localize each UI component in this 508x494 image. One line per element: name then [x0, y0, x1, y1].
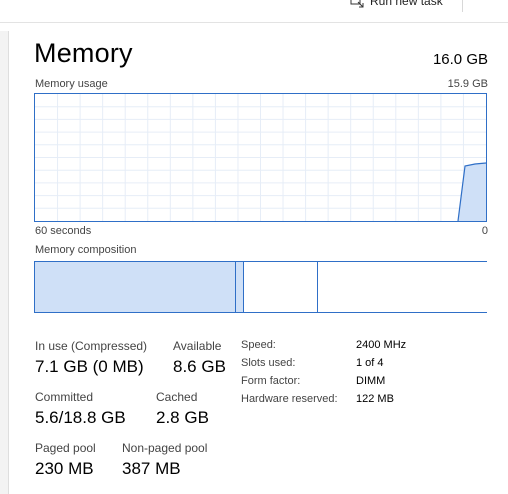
speed-label: Speed: [241, 339, 276, 351]
memory-usage-max: 15.9 GB [447, 78, 488, 90]
available-value: 8.6 GB [173, 357, 226, 376]
committed-value: 5.6/18.8 GB [35, 408, 126, 427]
run-task-icon [350, 0, 364, 8]
paged-pool-value: 230 MB [35, 459, 94, 478]
sidebar-edge [0, 31, 9, 494]
graph-time-label: 60 seconds [35, 225, 92, 237]
hardware-reserved-label: Hardware reserved: [241, 393, 338, 405]
graph-min-label: 0 [481, 225, 488, 237]
memory-performance-panel: Run new task Memory 16.0 GB Memory usage… [0, 0, 508, 494]
total-memory: 16.0 GB [432, 51, 488, 68]
toolbar-divider [462, 0, 463, 12]
composition-modified [236, 262, 244, 312]
memory-composition-bar [34, 261, 487, 313]
memory-usage-chart [35, 94, 486, 221]
slots-used-label: Slots used: [241, 357, 296, 369]
composition-standby [244, 262, 318, 312]
non-paged-pool-label: Non-paged pool [122, 441, 208, 455]
composition-free [318, 262, 487, 312]
run-new-task-label: Run new task [370, 0, 443, 8]
cached-value: 2.8 GB [156, 408, 209, 427]
in-use-value: 7.1 GB (0 MB) [35, 357, 144, 376]
page-title: Memory [34, 38, 133, 68]
committed-label: Committed [35, 390, 94, 404]
available-label: Available [173, 339, 222, 353]
non-paged-pool-value: 387 MB [122, 459, 181, 478]
speed-value: 2400 MHz [356, 339, 407, 351]
command-bar: Run new task [0, 0, 508, 23]
paged-pool-label: Paged pool [35, 441, 96, 455]
cached-label: Cached [156, 390, 198, 404]
hardware-reserved-value: 122 MB [356, 393, 394, 405]
slots-used-value: 1 of 4 [356, 357, 384, 369]
form-factor-value: DIMM [356, 375, 386, 387]
memory-usage-label: Memory usage [35, 78, 108, 90]
memory-composition-label: Memory composition [35, 244, 137, 256]
run-new-task-button[interactable]: Run new task [350, 0, 443, 11]
memory-usage-graph [34, 93, 487, 222]
composition-in-use [35, 262, 236, 312]
in-use-label: In use (Compressed) [35, 339, 148, 353]
form-factor-label: Form factor: [241, 375, 301, 387]
